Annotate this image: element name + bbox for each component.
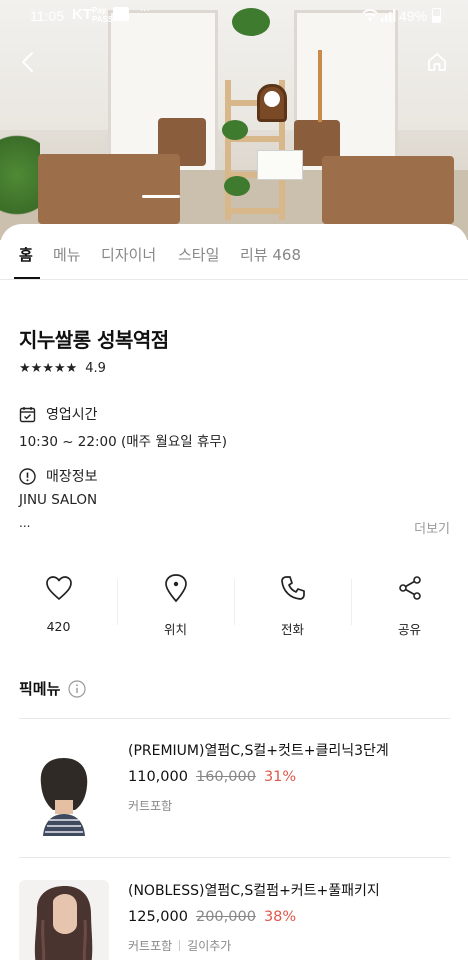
back-button[interactable] bbox=[14, 48, 42, 76]
original-price: 200,000 bbox=[195, 909, 256, 925]
more-notifications: ··· bbox=[140, 6, 150, 17]
business-hours-header: 영업시간 bbox=[19, 404, 98, 424]
location-label: 위치 bbox=[163, 622, 187, 637]
wifi-icon bbox=[362, 9, 378, 21]
tab-active-indicator bbox=[14, 277, 40, 279]
tab-style[interactable]: 스타일 bbox=[178, 244, 219, 265]
menu-item-name: (PREMIUM)열펌C,S컬+컷트+클리닉3단계 bbox=[128, 743, 389, 759]
item-divider bbox=[19, 857, 450, 858]
phone-icon bbox=[280, 576, 305, 600]
hero-plant bbox=[222, 120, 248, 140]
hero-chair bbox=[322, 156, 454, 224]
home-icon bbox=[428, 53, 446, 71]
action-divider bbox=[117, 579, 118, 625]
sale-price: 110,000 bbox=[128, 769, 188, 785]
menu-item-prices: 110,000 160,000 31% bbox=[128, 769, 296, 785]
tab-bar: 홈 메뉴 디자이너 스타일 리뷰 468 bbox=[0, 224, 468, 280]
like-button[interactable]: 420 bbox=[0, 567, 117, 651]
heart-icon bbox=[45, 576, 72, 600]
sale-price: 125,000 bbox=[128, 909, 188, 925]
menu-item-thumbnail bbox=[19, 740, 109, 836]
share-button[interactable]: 공유 bbox=[351, 567, 468, 651]
menu-item-notes: 커트포함 길이추가 bbox=[128, 937, 231, 954]
hero-plant bbox=[224, 176, 250, 196]
store-info-text: JINU SALON bbox=[19, 492, 98, 508]
share-icon bbox=[398, 576, 421, 600]
battery-percent: 49% bbox=[399, 8, 428, 24]
signal-icon bbox=[381, 9, 396, 22]
rating-value: 4.9 bbox=[85, 361, 106, 376]
menu-item[interactable]: (NOBLESS)열펌C,S컬펌+커트+풀패키지 125,000 200,000… bbox=[0, 860, 468, 960]
location-button[interactable]: 위치 bbox=[117, 567, 234, 651]
discount-rate: 38% bbox=[263, 909, 297, 925]
hero-clock bbox=[257, 84, 287, 122]
menu-item-name: (NOBLESS)열펌C,S컬펌+커트+풀패키지 bbox=[128, 883, 380, 899]
action-divider bbox=[234, 579, 235, 625]
carrier-label: KT bbox=[72, 6, 92, 23]
battery-icon bbox=[432, 8, 441, 23]
status-bar: 11:05 KT Pay PASS ··· 49% bbox=[0, 0, 468, 34]
pay-line2: PASS bbox=[92, 15, 114, 24]
notification-icon bbox=[113, 7, 129, 21]
hero-plant bbox=[0, 135, 40, 235]
call-button[interactable]: 전화 bbox=[234, 567, 351, 651]
info-exclamation-icon bbox=[19, 467, 36, 485]
note-tag: 커트포함 bbox=[128, 939, 173, 953]
tab-designer[interactable]: 디자이너 bbox=[101, 244, 156, 265]
hero-coat-stand bbox=[318, 50, 322, 122]
more-button[interactable]: 더보기 bbox=[414, 518, 450, 537]
original-price: 160,000 bbox=[195, 769, 256, 785]
pick-menu-title: 픽메뉴 bbox=[19, 678, 87, 699]
carousel-indicator bbox=[142, 195, 180, 198]
shop-rating[interactable]: ★★★★★ 4.9 bbox=[19, 361, 106, 376]
hero-chair bbox=[38, 154, 180, 224]
note-tag: 커트포함 bbox=[128, 799, 173, 813]
note-tag: 길이추가 bbox=[187, 939, 232, 953]
menu-item-notes: 커트포함 bbox=[128, 797, 172, 814]
pay-line1: Pay bbox=[92, 6, 107, 15]
menu-item-thumbnail bbox=[19, 880, 109, 960]
tab-menu[interactable]: 메뉴 bbox=[53, 244, 81, 265]
note-separator bbox=[179, 940, 181, 951]
business-hours: 10:30 ~ 22:00 (매주 월요일 휴무) bbox=[19, 434, 228, 450]
store-info-header: 매장정보 bbox=[19, 466, 98, 486]
chevron-left-icon bbox=[22, 52, 33, 72]
home-button[interactable] bbox=[423, 48, 451, 76]
menu-item-prices: 125,000 200,000 38% bbox=[128, 909, 296, 925]
discount-rate: 31% bbox=[263, 769, 297, 785]
location-pin-icon bbox=[164, 574, 187, 603]
action-divider bbox=[351, 579, 352, 625]
hero-sign bbox=[257, 150, 303, 180]
star-rating-icon: ★★★★★ bbox=[19, 361, 78, 376]
info-icon[interactable] bbox=[68, 679, 87, 698]
status-time: 11:05 bbox=[30, 8, 64, 24]
calendar-check-icon bbox=[19, 406, 36, 422]
tab-review[interactable]: 리뷰 468 bbox=[240, 244, 301, 265]
business-hours-label: 영업시간 bbox=[46, 407, 98, 423]
shop-detail-card: 홈 메뉴 디자이너 스타일 리뷰 468 지누쌀롱 성복역점 ★★★★★ 4.9… bbox=[0, 224, 468, 960]
call-label: 전화 bbox=[280, 622, 304, 637]
shop-name: 지누쌀롱 성복역점 bbox=[19, 328, 169, 352]
pick-menu-label: 픽메뉴 bbox=[19, 680, 61, 698]
tab-home[interactable]: 홈 bbox=[19, 244, 33, 265]
section-divider bbox=[19, 718, 450, 719]
menu-item[interactable]: (PREMIUM)열펌C,S컬+컷트+클리닉3단계 110,000 160,00… bbox=[0, 720, 468, 856]
hero-photo[interactable] bbox=[0, 0, 468, 240]
share-label: 공유 bbox=[397, 622, 421, 637]
store-info-label: 매장정보 bbox=[46, 469, 98, 485]
store-info-more-line: ... bbox=[19, 516, 31, 530]
pay-pass-icon: Pay PASS bbox=[92, 6, 113, 24]
like-count: 420 bbox=[46, 619, 71, 634]
